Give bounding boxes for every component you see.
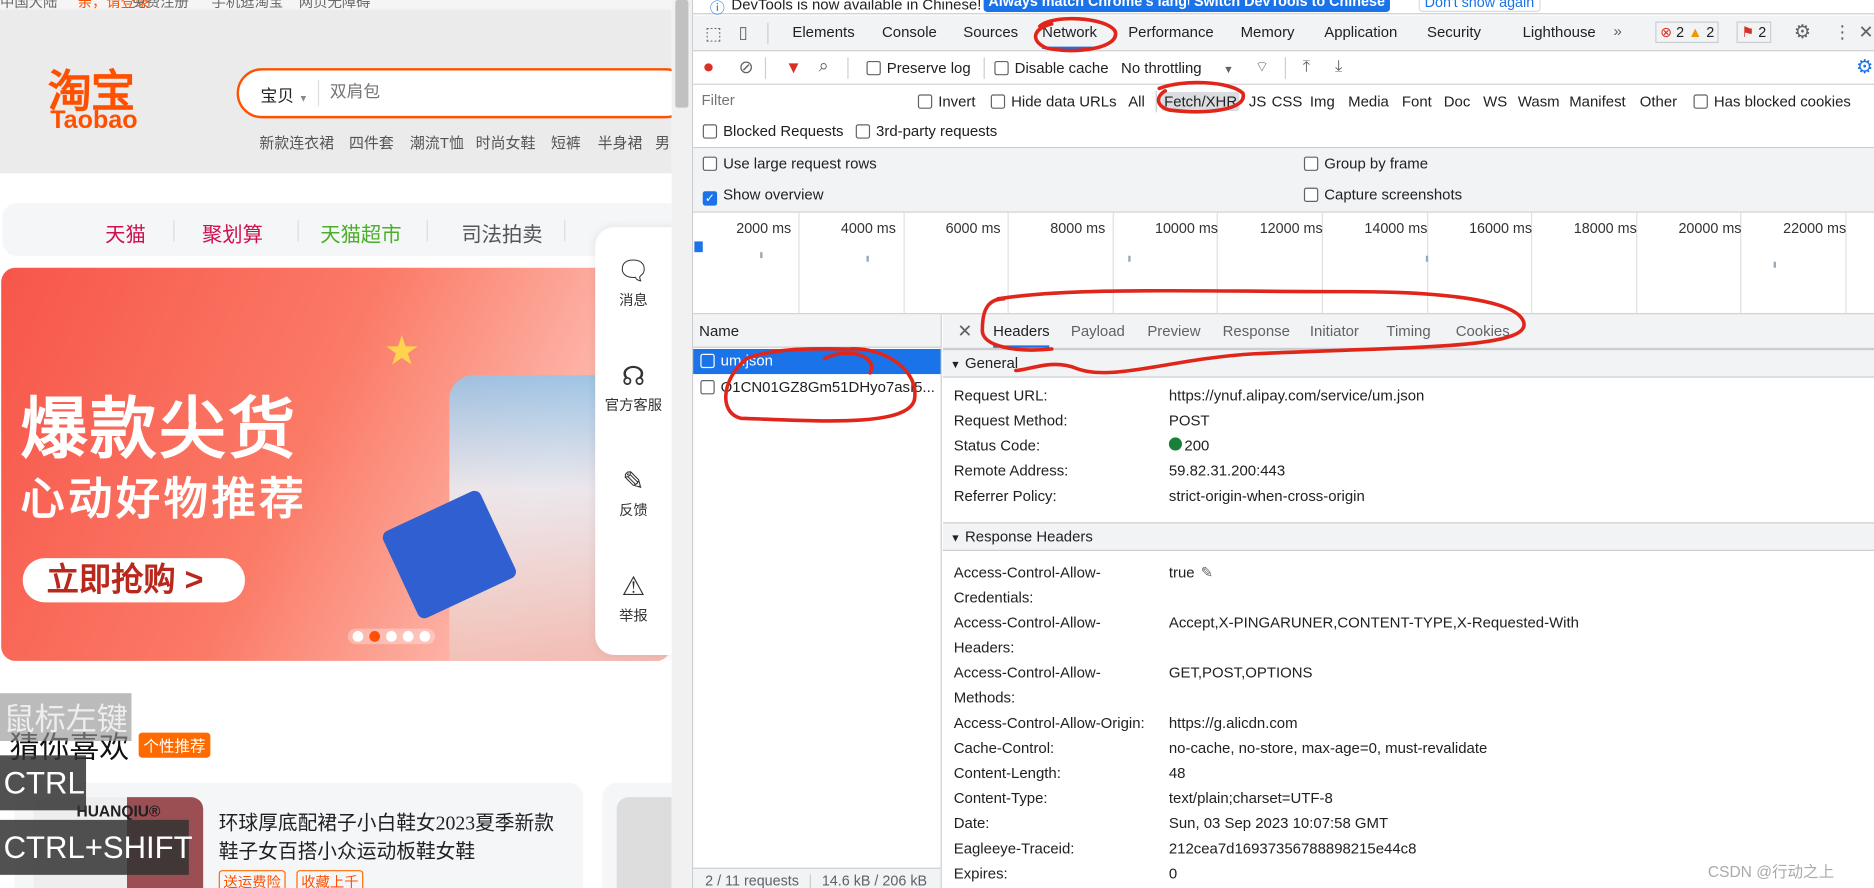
red-annotations [724,16,1526,423]
annotation-circle-fetch-xhr [1156,80,1245,114]
annotation-circle-request-list [724,346,917,423]
annotation-circle-network-tab [1033,16,1118,53]
annotation-circle-detail-tabs [980,288,1526,375]
screen: 中国大陆亲，请登录免费注册手机逛淘宝网页无障碍 淘宝 Taobao 宝贝 ▼ 新… [0,0,1874,888]
